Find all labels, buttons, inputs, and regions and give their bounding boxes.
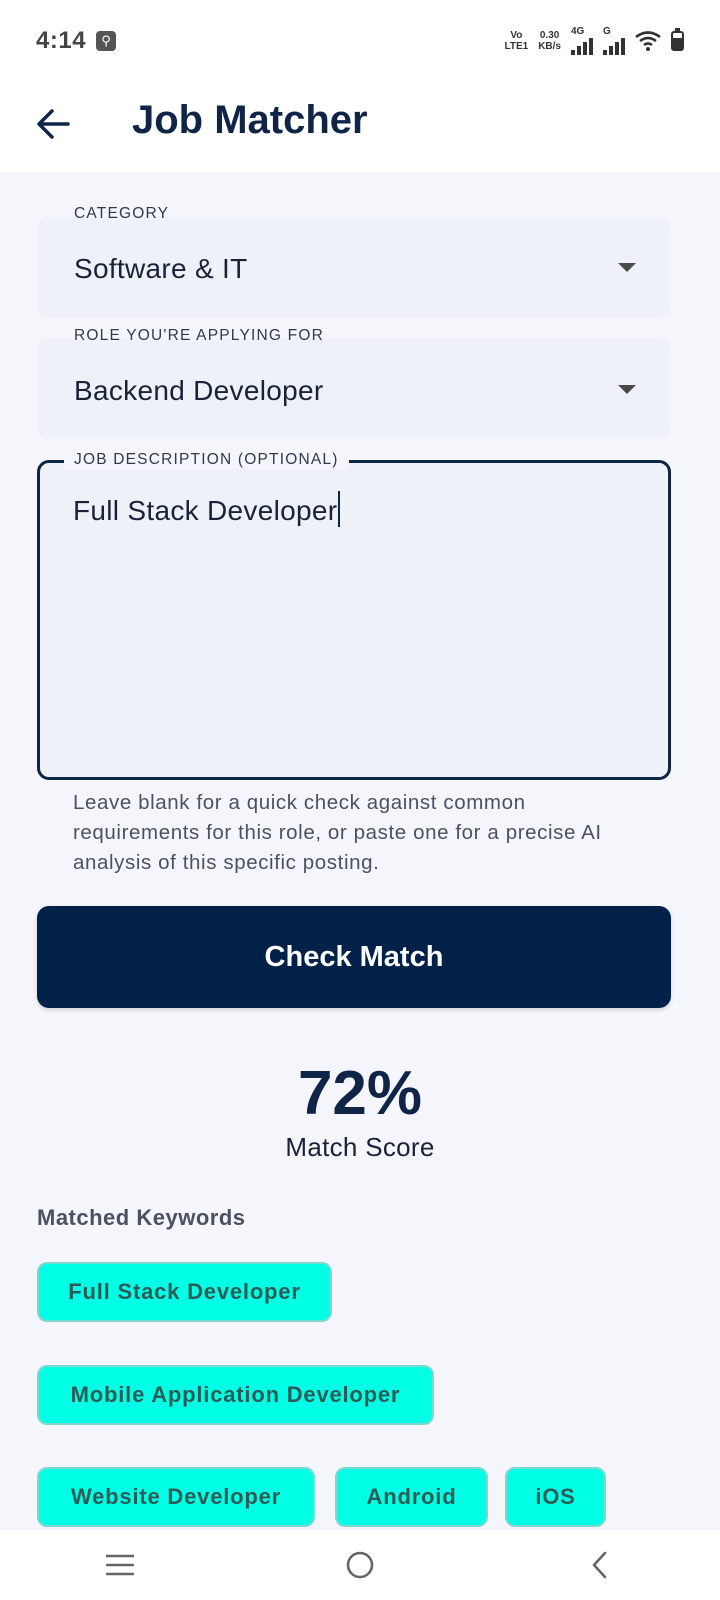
signal-g-icon: G bbox=[603, 27, 625, 55]
network-speed: 0.30 KB/s bbox=[538, 30, 561, 52]
net-speed-unit: KB/s bbox=[538, 41, 561, 52]
battery-icon bbox=[671, 28, 684, 51]
system-nav-bar bbox=[0, 1530, 720, 1600]
check-match-button[interactable]: Check Match bbox=[37, 906, 671, 1008]
job-description-label: JOB DESCRIPTION (OPTIONAL) bbox=[64, 451, 349, 469]
status-bar: 4:14 ⚲ Vo LTE1 0.30 KB/s 4G G bbox=[0, 0, 720, 82]
role-select[interactable]: ROLE YOU'RE APPLYING FOR Backend Develop… bbox=[37, 327, 671, 439]
page-title: Job Matcher bbox=[132, 98, 368, 142]
back-button[interactable] bbox=[34, 104, 74, 144]
category-value: Software & IT bbox=[74, 253, 248, 284]
job-matcher-screen: 4:14 ⚲ Vo LTE1 0.30 KB/s 4G G Job Matche… bbox=[0, 0, 720, 1600]
menu-icon bbox=[106, 1554, 134, 1576]
keyword-chip[interactable]: Website Developer bbox=[37, 1467, 315, 1527]
status-time: 4:14 bbox=[36, 27, 87, 54]
job-description-value: Full Stack Developer bbox=[73, 495, 338, 526]
helper-text: Leave blank for a quick check against co… bbox=[73, 791, 602, 874]
volte-label: Vo bbox=[510, 30, 523, 41]
text-cursor bbox=[338, 491, 341, 527]
circle-icon bbox=[346, 1551, 374, 1579]
chevron-left-icon bbox=[592, 1551, 607, 1579]
network-4g-label: 4G bbox=[571, 26, 585, 37]
status-icons: Vo LTE1 0.30 KB/s 4G G bbox=[504, 27, 684, 55]
job-description-text: Full Stack Developer bbox=[73, 491, 341, 527]
category-label: CATEGORY bbox=[74, 205, 170, 222]
wifi-icon bbox=[635, 31, 661, 51]
match-score-label: Match Score bbox=[285, 1132, 435, 1162]
keyword-chip[interactable]: Full Stack Developer bbox=[37, 1262, 332, 1322]
keyword-chip[interactable]: Mobile Application Developer bbox=[37, 1365, 434, 1425]
network-g-label: G bbox=[603, 26, 611, 37]
job-description-input[interactable]: JOB DESCRIPTION (OPTIONAL) Full Stack De… bbox=[37, 451, 671, 780]
nav-home-button[interactable] bbox=[330, 1535, 390, 1595]
category-select[interactable]: CATEGORY Software & IT bbox=[37, 205, 671, 317]
signal-4g-icon: 4G bbox=[571, 27, 593, 55]
volte-indicator: Vo LTE1 bbox=[504, 30, 528, 52]
keyword-chip[interactable]: Android bbox=[335, 1467, 488, 1527]
caret-down-icon bbox=[618, 263, 636, 272]
matched-keywords-heading: Matched Keywords bbox=[37, 1205, 246, 1230]
role-value: Backend Developer bbox=[74, 375, 324, 406]
keyword-chip[interactable]: iOS bbox=[505, 1467, 606, 1527]
nav-recents-button[interactable] bbox=[90, 1535, 150, 1595]
net-speed-value: 0.30 bbox=[539, 30, 560, 41]
arrow-left-icon bbox=[37, 109, 70, 139]
lte-label: LTE1 bbox=[504, 41, 529, 52]
usb-icon: ⚲ bbox=[96, 31, 117, 51]
match-score-value: 72% bbox=[297, 1059, 423, 1128]
nav-back-button[interactable] bbox=[570, 1535, 630, 1595]
role-label: ROLE YOU'RE APPLYING FOR bbox=[74, 327, 324, 344]
app-header: Job Matcher bbox=[0, 82, 720, 172]
caret-down-icon bbox=[618, 385, 636, 394]
